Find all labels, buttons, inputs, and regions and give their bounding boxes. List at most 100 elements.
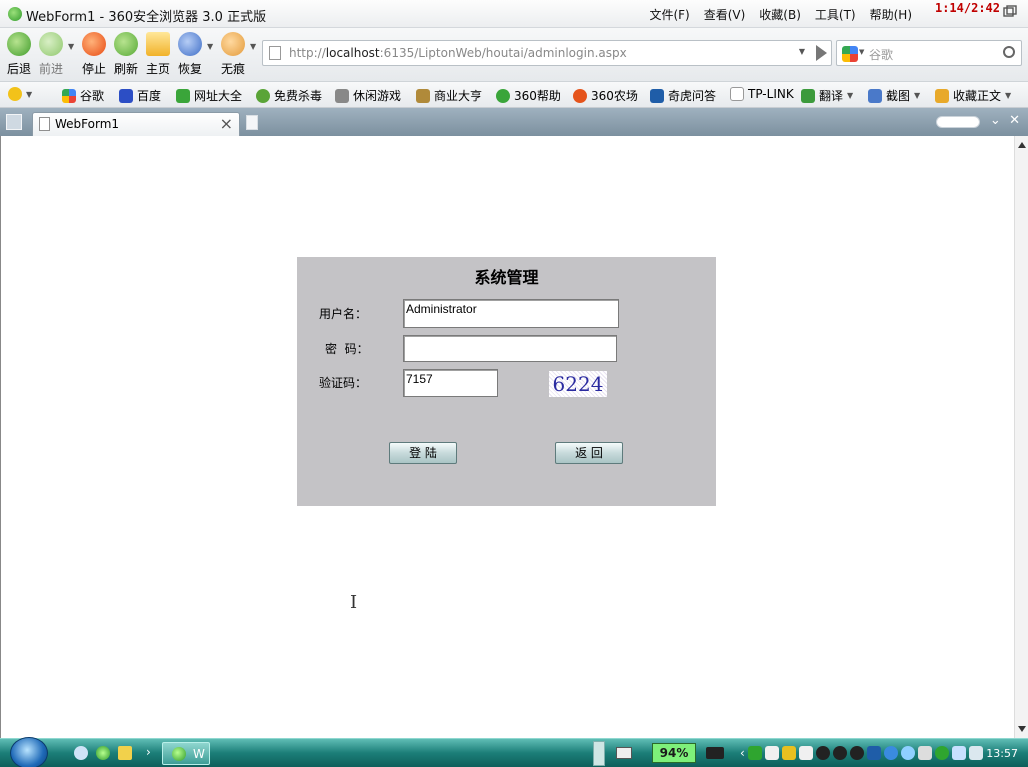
browser-360-icon[interactable]	[96, 746, 110, 760]
restore-label: 恢复	[177, 62, 202, 76]
tab-title: WebForm1	[55, 117, 120, 131]
refresh-button[interactable]: 刷新	[109, 32, 143, 78]
new-tab-icon[interactable]	[246, 115, 258, 130]
tray-app-icon[interactable]	[798, 746, 813, 760]
go-arrow-icon[interactable]	[816, 45, 827, 61]
fav-item-antivirus[interactable]: 免费杀毒	[256, 87, 322, 104]
address-bar[interactable]: http://localhost:6135/LiptonWeb/houtai/a…	[262, 40, 832, 66]
restore-dropdown-icon[interactable]: ▼	[207, 42, 213, 51]
taskbar-clock[interactable]: 13:57	[986, 747, 1018, 760]
google-logo-icon[interactable]	[842, 46, 858, 62]
fav-item-games[interactable]: 休闲游戏	[335, 87, 401, 104]
qq-penguin-icon[interactable]	[832, 746, 847, 760]
search-placeholder: 谷歌	[869, 48, 894, 62]
translate-icon	[801, 88, 815, 103]
tray-app-icon[interactable]	[900, 746, 915, 760]
tray-app-icon[interactable]	[917, 746, 932, 760]
scroll-up-icon[interactable]	[1018, 142, 1026, 148]
fav-item-screenshot[interactable]: 截图 ▼	[868, 87, 920, 104]
menu-file[interactable]: 文件(F)	[649, 6, 689, 23]
network-icon[interactable]	[968, 746, 983, 760]
tray-app-icon[interactable]	[781, 746, 796, 760]
browser-logo-icon	[8, 7, 22, 21]
scroll-down-icon[interactable]	[1018, 726, 1026, 732]
captcha-image[interactable]: 6224	[549, 371, 607, 397]
forward-dropdown-icon[interactable]: ▼	[68, 42, 74, 51]
search-box[interactable]: ▼ 谷歌	[836, 40, 1022, 66]
home-button[interactable]: 主页	[141, 32, 175, 78]
fav-item-save-text[interactable]: 收藏正文 ▼	[935, 87, 1011, 104]
question-icon	[650, 88, 664, 103]
fav-item-tplink[interactable]: TP-LINK	[730, 87, 794, 101]
window-restore-icon[interactable]	[996, 4, 1022, 22]
restore-button[interactable]: 恢复	[173, 32, 207, 78]
tab-webform1[interactable]: WebForm1 ×	[32, 112, 240, 136]
shield-icon	[256, 88, 270, 103]
stop-button[interactable]: 停止	[77, 32, 111, 78]
close-tab-icon[interactable]: ×	[220, 114, 233, 133]
forward-button[interactable]: 前进	[34, 32, 68, 78]
incognito-button[interactable]: 无痕	[216, 32, 250, 78]
star-icon	[8, 87, 22, 101]
qq-penguin-icon[interactable]	[815, 746, 830, 760]
windows-explorer-icon[interactable]	[118, 746, 132, 760]
close-icon[interactable]: ✕	[1009, 113, 1020, 128]
browser-window: WebForm1 - 360安全浏览器 3.0 正式版 文件(F) 查看(V) …	[0, 0, 1028, 767]
incognito-dropdown-icon[interactable]: ▼	[250, 42, 256, 51]
ie-icon[interactable]	[74, 746, 88, 760]
menu-view[interactable]: 查看(V)	[704, 6, 746, 23]
sidebar-toggle-icon[interactable]	[6, 114, 22, 130]
tray-app-icon[interactable]	[883, 746, 898, 760]
keyboard-icon[interactable]	[616, 747, 632, 759]
baidu-paw-icon	[119, 88, 133, 103]
menu-help[interactable]: 帮助(H)	[870, 6, 912, 23]
fav-item-google[interactable]: 谷歌	[62, 87, 104, 104]
volume-icon[interactable]	[951, 746, 966, 760]
quicklaunch-chevron-icon[interactable]: ›	[146, 745, 151, 759]
start-button[interactable]	[10, 737, 48, 767]
battery-meter[interactable]: 94%	[652, 743, 696, 763]
tray-app-icon[interactable]	[747, 746, 762, 760]
password-input[interactable]	[403, 335, 617, 362]
fav-item-baidu[interactable]: 百度	[119, 87, 161, 104]
gamepad-icon	[335, 88, 349, 103]
tab-search-field[interactable]	[936, 116, 980, 128]
tray-expand-icon[interactable]: ‹	[740, 746, 745, 760]
shield-icon[interactable]	[934, 746, 949, 760]
fav-item-nav-sites[interactable]: 网址大全	[176, 87, 242, 104]
menu-favorites[interactable]: 收藏(B)	[759, 6, 801, 23]
back-button-form[interactable]: 返 回	[555, 442, 623, 464]
back-button[interactable]: 后退	[2, 32, 36, 78]
refresh-label: 刷新	[113, 62, 138, 76]
search-icon[interactable]	[1003, 46, 1015, 58]
fav-item-business[interactable]: 商业大亨	[416, 87, 482, 104]
flower-icon	[573, 88, 587, 103]
search-engine-dropdown-icon[interactable]: ▼	[859, 48, 864, 56]
vertical-scrollbar[interactable]	[1014, 136, 1028, 738]
address-dropdown-icon[interactable]: ▼	[799, 47, 805, 56]
taskbar-scroll[interactable]	[593, 741, 605, 766]
tray-app-icon[interactable]	[764, 746, 779, 760]
collect-icon	[935, 88, 949, 103]
fav-item-360help[interactable]: 360帮助	[496, 87, 561, 104]
paw-icon	[221, 32, 245, 56]
page-icon	[39, 117, 50, 131]
login-button[interactable]: 登 陆	[389, 442, 457, 464]
home-label: 主页	[145, 62, 170, 76]
tab-bar: WebForm1 × ⌄ ✕	[0, 108, 1028, 136]
overlay-counter: 1:14/2:42	[934, 1, 1000, 15]
menu-tools[interactable]: 工具(T)	[815, 6, 856, 23]
title-bar: WebForm1 - 360安全浏览器 3.0 正式版 文件(F) 查看(V) …	[0, 0, 1028, 28]
power-plug-icon[interactable]	[706, 747, 724, 759]
taskbar-item-webform1[interactable]: W	[162, 742, 210, 765]
captcha-input[interactable]: 7157	[403, 369, 498, 397]
tab-list-chevron-icon[interactable]: ⌄	[990, 113, 1001, 128]
fav-item-360farm[interactable]: 360农场	[573, 87, 638, 104]
fav-item-qa[interactable]: 奇虎问答	[650, 87, 716, 104]
username-input[interactable]: Administrator	[403, 299, 619, 328]
tray-app-icon[interactable]	[866, 746, 881, 760]
qq-penguin-icon[interactable]	[849, 746, 864, 760]
favorites-star-button[interactable]: ▼	[8, 87, 32, 101]
fav-item-translate[interactable]: 翻译 ▼	[801, 87, 853, 104]
username-label: 用户名：	[319, 307, 368, 321]
